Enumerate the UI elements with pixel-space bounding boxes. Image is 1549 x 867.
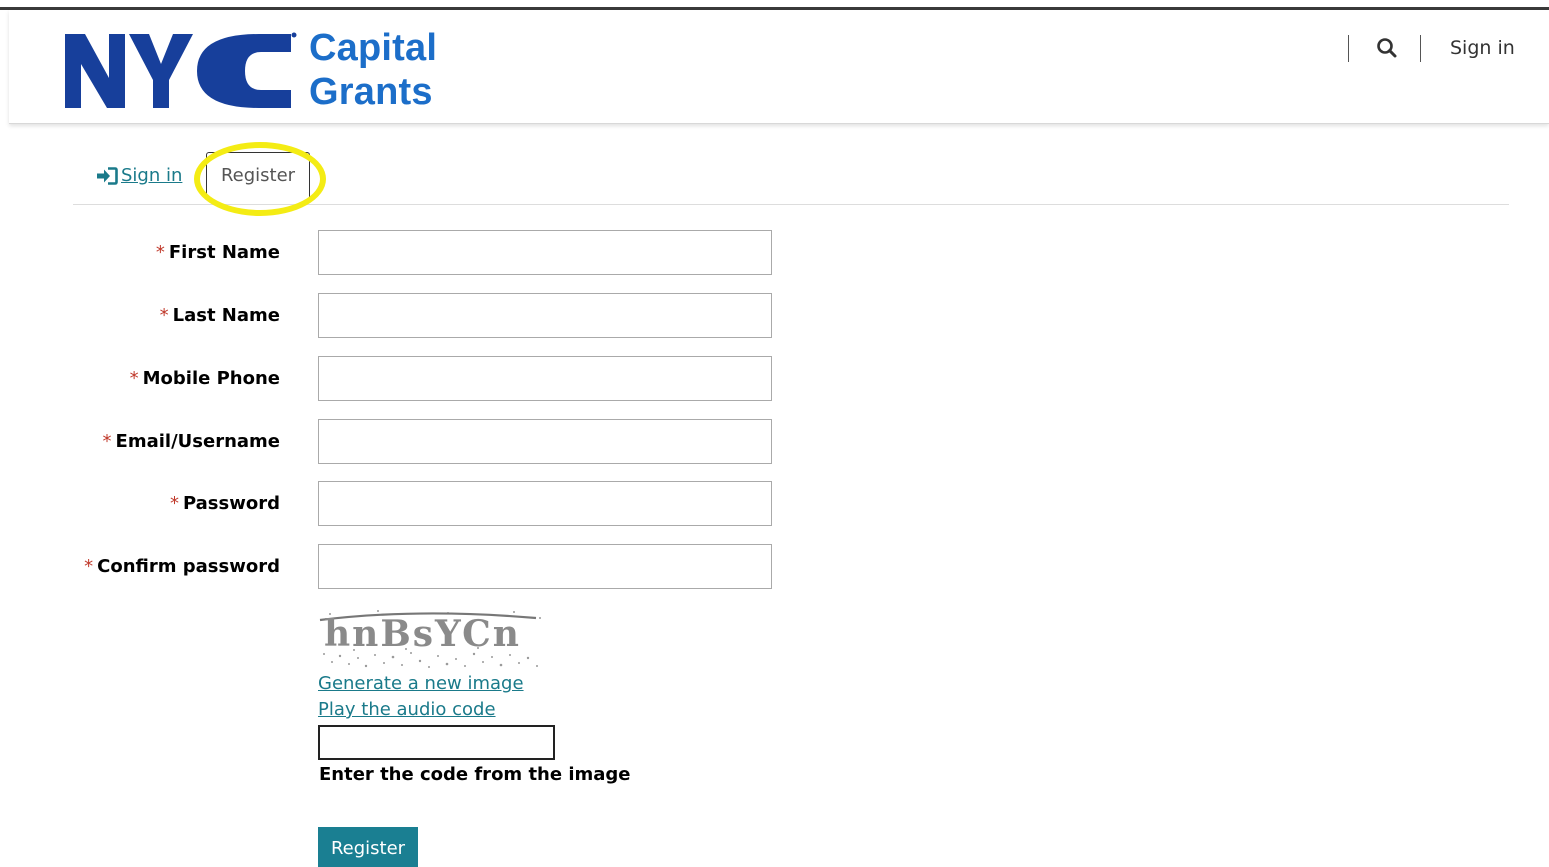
captcha-text: hnBsYCn xyxy=(324,613,521,655)
required-marker: * xyxy=(155,242,165,263)
register-submit-button[interactable]: Register xyxy=(318,827,418,867)
sign-in-arrow-icon xyxy=(97,166,118,185)
logo-wordmark: Capital Grants xyxy=(309,26,437,114)
mobile-phone-label: * Mobile Phone xyxy=(129,368,280,389)
nyc-logo-mark xyxy=(65,32,297,108)
required-marker: * xyxy=(129,368,139,389)
tab-sign-in[interactable]: Sign in xyxy=(96,165,182,186)
mobile-phone-row: * Mobile Phone xyxy=(0,356,800,402)
logo-line-grants: Grants xyxy=(309,71,433,113)
last-name-row: * Last Name xyxy=(0,293,800,339)
required-marker: * xyxy=(102,431,112,452)
confirm-password-label: * Confirm password xyxy=(84,556,280,577)
first-name-row: * First Name xyxy=(0,230,800,276)
last-name-input[interactable] xyxy=(318,293,772,338)
generate-new-image-link[interactable]: Generate a new image xyxy=(318,673,524,694)
nyc-capital-grants-logo[interactable]: Capital Grants xyxy=(65,20,455,115)
tab-register-label: Register xyxy=(220,165,296,186)
header-sign-in-link[interactable]: Sign in xyxy=(1450,37,1515,59)
required-marker: * xyxy=(159,305,169,326)
email-input[interactable] xyxy=(318,419,772,464)
logo-line-capital: Capital xyxy=(309,27,438,69)
tab-sign-in-label: Sign in xyxy=(121,165,183,186)
confirm-password-input[interactable] xyxy=(318,544,772,589)
password-input[interactable] xyxy=(318,481,772,526)
email-label: * Email/Username xyxy=(102,431,280,452)
header-divider xyxy=(1348,35,1349,62)
captcha-instruction: Enter the code from the image xyxy=(319,764,631,785)
password-label: * Password xyxy=(169,493,280,514)
search-icon[interactable] xyxy=(1376,37,1398,59)
first-name-label: * First Name xyxy=(155,242,280,263)
required-marker: * xyxy=(169,493,179,514)
captcha-image: hnBsYCn xyxy=(318,606,546,670)
last-name-label: * Last Name xyxy=(159,305,280,326)
auth-tabs: Sign in Register xyxy=(73,148,1509,205)
first-name-input[interactable] xyxy=(318,230,772,275)
tab-register[interactable]: Register xyxy=(206,152,310,198)
site-header: Capital Grants Sign in xyxy=(9,10,1549,124)
confirm-password-row: * Confirm password xyxy=(0,544,800,590)
play-audio-code-link[interactable]: Play the audio code xyxy=(318,699,496,720)
password-row: * Password xyxy=(0,481,800,527)
header-divider xyxy=(1420,35,1421,62)
email-row: * Email/Username xyxy=(0,419,800,465)
captcha-code-input[interactable] xyxy=(318,725,555,760)
required-marker: * xyxy=(84,556,94,577)
mobile-phone-input[interactable] xyxy=(318,356,772,401)
